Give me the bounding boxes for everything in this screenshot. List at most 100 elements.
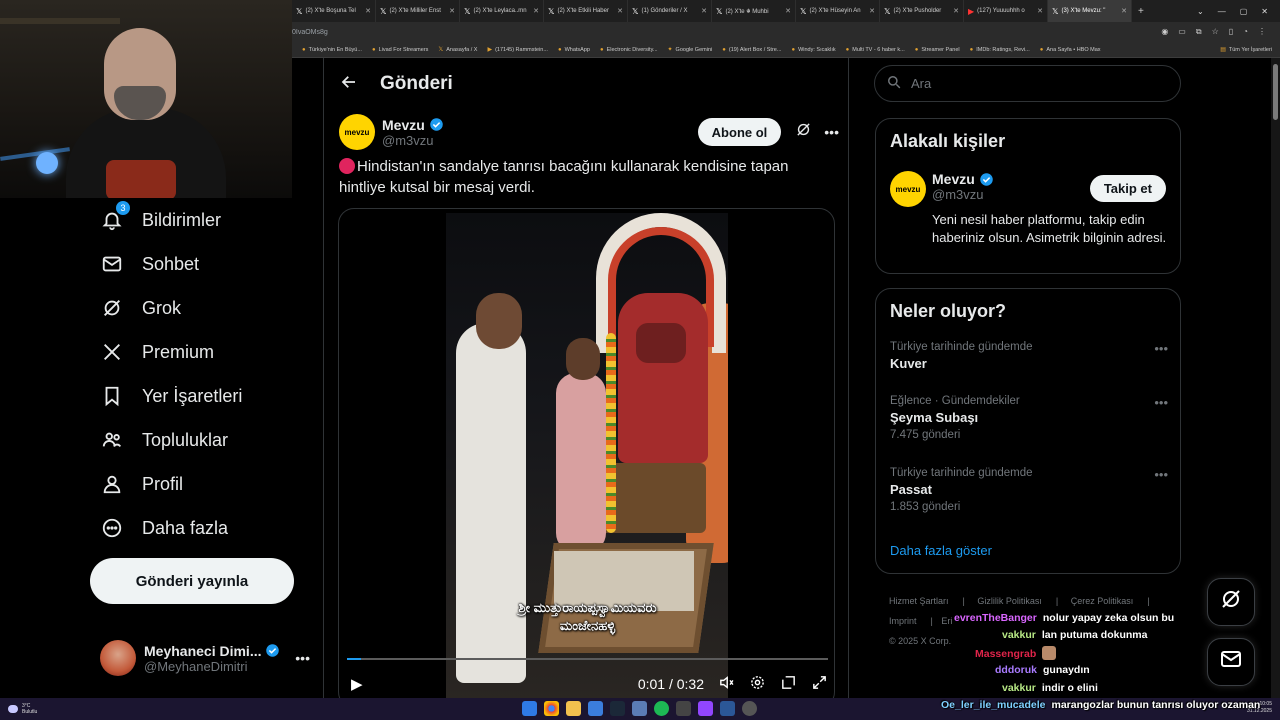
play-icon[interactable]: ▶ xyxy=(351,675,363,693)
related-name[interactable]: Mevzu xyxy=(932,171,994,187)
folder-icon[interactable] xyxy=(566,701,581,716)
messages-fab-button[interactable] xyxy=(1207,638,1255,686)
browser-tab[interactable]: 𝕏 (2) X'te Etkili Haber ✕ xyxy=(544,0,628,22)
close-icon[interactable]: ✕ xyxy=(785,7,791,15)
author-name[interactable]: Mevzu xyxy=(382,117,444,133)
start-windows-icon[interactable] xyxy=(522,701,537,716)
trend-item[interactable]: Türkiye tarihinde gündemde Passat 1.853 … xyxy=(890,467,1168,513)
bookmark-item[interactable]: ● Ana Sayfa • HBO Max xyxy=(1040,47,1101,53)
video-progress-bar[interactable] xyxy=(347,658,828,660)
subscribe-button[interactable]: Abone ol xyxy=(697,118,782,146)
eye-icon[interactable]: ◉ xyxy=(1161,27,1168,37)
close-icon[interactable]: ✕ xyxy=(1037,7,1043,15)
browser-tab[interactable]: ▶ (127) Yuuuuhhh o ✕ xyxy=(964,0,1048,22)
nav-item-profile[interactable]: Profil xyxy=(100,464,183,504)
author-handle[interactable]: @m3vzu xyxy=(382,133,444,148)
bookmark-item[interactable]: 𝕏 Anasayfa / X xyxy=(438,46,477,54)
grok-fab-button[interactable] xyxy=(1207,578,1255,626)
profile-icon[interactable]: ◔ xyxy=(1243,27,1248,37)
obs-icon[interactable] xyxy=(742,701,757,716)
close-window-icon[interactable]: ✕ xyxy=(1261,7,1268,16)
more-icon[interactable]: ••• xyxy=(824,124,839,140)
show-more-link[interactable]: Daha fazla göster xyxy=(890,543,992,558)
close-icon[interactable]: ✕ xyxy=(449,7,455,15)
more-icon[interactable]: ••• xyxy=(1154,395,1168,410)
bookmark-item[interactable]: ▶ (17145) Rammstein... xyxy=(487,46,548,54)
more-icon[interactable]: ••• xyxy=(1154,341,1168,356)
volume-icon[interactable] xyxy=(718,674,735,695)
nav-item-bookmarks[interactable]: Yer İşaretleri xyxy=(100,376,242,416)
bookmark-item[interactable]: ● WhatsApp xyxy=(558,47,590,53)
nav-item-more[interactable]: Daha fazla xyxy=(100,508,228,548)
related-avatar[interactable]: mevzu xyxy=(890,171,926,207)
related-handle[interactable]: @m3vzu xyxy=(932,187,994,202)
close-icon[interactable]: ✕ xyxy=(365,7,371,15)
all-bookmarks[interactable]: ▤ Tüm Yer İşaretleri xyxy=(1220,46,1280,54)
browser-tab[interactable]: 𝕏 (2) X'te Milliler Enst ✕ xyxy=(376,0,460,22)
close-icon[interactable]: ✕ xyxy=(701,7,707,15)
more-icon[interactable]: ••• xyxy=(295,650,310,666)
browser-tab[interactable]: 𝕏 (2) X'te Boşuna Tel ✕ xyxy=(292,0,376,22)
browser-tab[interactable]: 𝕏 (2) X'te Leylaca..mn ✕ xyxy=(460,0,544,22)
trend-item[interactable]: Türkiye tarihinde gündemde Kuver ••• xyxy=(890,341,1168,371)
steam-icon[interactable] xyxy=(610,701,625,716)
nav-item-grok[interactable]: Grok xyxy=(100,288,181,328)
maximize-icon[interactable]: ▢ xyxy=(1240,7,1248,16)
nav-item-notifications[interactable]: 3 Bildirimler xyxy=(100,200,221,240)
browser-tab-active[interactable]: 𝕏 (3) X'te Mevzu: " ✕ xyxy=(1048,0,1132,22)
author-avatar[interactable]: mevzu xyxy=(339,114,375,150)
nav-item-communities[interactable]: Topluluklar xyxy=(100,420,228,460)
extensions-icon[interactable]: ⧉ xyxy=(1196,27,1202,37)
address-bar[interactable]: 0IvaOMs8g ◉ ▭ ⧉ ☆ ▯ ◔ ⋮ xyxy=(292,22,1280,42)
post-button[interactable]: Gönderi yayınla xyxy=(90,558,294,604)
menu-icon[interactable]: ⋮ xyxy=(1258,27,1266,37)
follow-button[interactable]: Takip et xyxy=(1089,175,1166,202)
chrome-icon[interactable] xyxy=(544,701,559,716)
close-icon[interactable]: ✕ xyxy=(1121,7,1127,15)
url-text[interactable]: 0IvaOMs8g xyxy=(292,29,328,36)
minimize-icon[interactable]: — xyxy=(1218,7,1226,16)
spotify-icon[interactable] xyxy=(654,701,669,716)
footer-link-more[interactable]: Eri xyxy=(941,616,952,626)
browser-tab[interactable]: 𝕏 (1) Gönderiler / X ✕ xyxy=(628,0,712,22)
close-icon[interactable]: ✕ xyxy=(869,7,875,15)
footer-link-privacy[interactable]: Gizlilik Politikası xyxy=(977,596,1042,606)
bookmark-item[interactable]: ● Multi TV - 6 haber k... xyxy=(846,47,905,53)
bookmark-item[interactable]: ● (19) Alert Box / Stre... xyxy=(722,47,781,53)
bookmark-item[interactable]: ✦ Google Gemini xyxy=(668,46,713,54)
cast-icon[interactable]: ▭ xyxy=(1178,27,1186,37)
scrollbar-thumb[interactable] xyxy=(1273,64,1278,120)
app-icon[interactable] xyxy=(676,701,691,716)
footer-link-imprint[interactable]: Imprint xyxy=(889,616,917,626)
nav-item-chat[interactable]: Sohbet xyxy=(100,244,199,284)
star-icon[interactable]: ☆ xyxy=(1212,27,1219,37)
bookmark-item[interactable]: ● Streamer Panel xyxy=(915,47,960,53)
panel-icon[interactable]: ▯ xyxy=(1229,27,1233,37)
nav-item-premium[interactable]: Premium xyxy=(100,332,214,372)
new-tab-icon[interactable]: + xyxy=(1132,6,1150,17)
search-input[interactable] xyxy=(911,76,1151,91)
browser-tab[interactable]: 𝕏 (2) X'te Pusholder ✕ xyxy=(880,0,964,22)
video-player[interactable]: ಶ್ರೀ ಮುತ್ತುರಾಯಪ್ಪಸ್ವಾಮಿಯವರು ಮಂಜೇನಹಳ್ಳಿ ▶… xyxy=(338,208,835,698)
search-box[interactable] xyxy=(874,65,1181,102)
app-icon[interactable] xyxy=(632,701,647,716)
app-icon[interactable] xyxy=(720,701,735,716)
account-switcher[interactable]: Meyhaneci Dimi... @MeyhaneDimitri ••• xyxy=(100,636,310,680)
bookmark-item[interactable]: ● Electronic Diversity... xyxy=(600,47,658,53)
twitch-icon[interactable] xyxy=(698,701,713,716)
page-scrollbar[interactable] xyxy=(1271,58,1280,698)
bookmark-item[interactable]: ● Türkiye'nin En Büyü... xyxy=(302,47,362,53)
store-icon[interactable] xyxy=(588,701,603,716)
bookmark-item[interactable]: ● Livad For Streamers xyxy=(372,47,428,53)
settings-gear-icon[interactable] xyxy=(749,674,766,695)
grok-icon[interactable] xyxy=(795,121,812,143)
pip-icon[interactable] xyxy=(780,674,797,695)
fullscreen-icon[interactable] xyxy=(811,674,828,695)
close-icon[interactable]: ✕ xyxy=(533,7,539,15)
close-icon[interactable]: ✕ xyxy=(617,7,623,15)
close-icon[interactable]: ✕ xyxy=(953,7,959,15)
back-arrow-icon[interactable] xyxy=(340,73,358,96)
browser-tab[interactable]: 𝕏 (2) X'te ☬ Muhbi ✕ xyxy=(712,0,796,22)
browser-tab[interactable]: 𝕏 (2) X'te Hüseyin An ✕ xyxy=(796,0,880,22)
trend-item[interactable]: Eğlence · Gündemdekiler Şeyma Subaşı 7.4… xyxy=(890,395,1168,441)
